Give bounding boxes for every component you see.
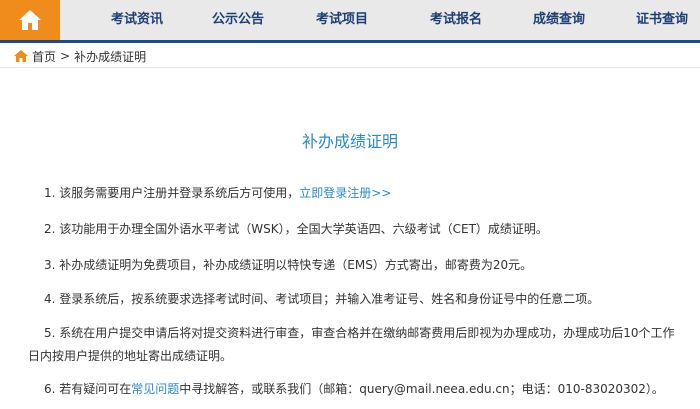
instruction-text: 5. 系统在用户提交申请后将对提交资料进行审查，审查合格并在缴纳邮寄费用后即视为… xyxy=(28,326,675,363)
instruction-text: 中寻找解答，或联系我们（邮箱：query@mail.neea.edu.cn；电话… xyxy=(179,382,664,396)
nav-exam-projects[interactable]: 考试项目 xyxy=(316,0,368,40)
top-nav: 考试资讯 公示公告 考试项目 考试报名 成绩查询 证书查询 xyxy=(0,0,700,43)
nav-certificate-query[interactable]: 证书查询 xyxy=(636,0,688,40)
instruction-text: 3. 补办成绩证明为免费项目，补办成绩证明以特快专递（EMS）方式寄出，邮寄费为… xyxy=(44,258,533,272)
nav-exam-news[interactable]: 考试资讯 xyxy=(111,0,163,40)
breadcrumb: 首页 > 补办成绩证明 xyxy=(0,45,700,68)
instruction-item-4: 4. 登录系统后，按系统要求选择考试时间、考试项目；并输入准考证号、姓名和身份证… xyxy=(28,288,678,311)
breadcrumb-home-link[interactable]: 首页 xyxy=(32,48,56,65)
instruction-text: 1. 该服务需要用户注册并登录系统后方可使用， xyxy=(44,186,300,200)
login-register-link[interactable]: 立即登录注册>> xyxy=(299,186,391,200)
instruction-item-2: 2. 该功能用于办理全国外语水平考试（WSK），全国大学英语四、六级考试（CET… xyxy=(28,218,678,241)
breadcrumb-separator: > xyxy=(60,49,71,63)
nav-score-query[interactable]: 成绩查询 xyxy=(533,0,585,40)
instruction-text: 6. 若有疑问可在 xyxy=(44,382,132,396)
breadcrumb-current: 补办成绩证明 xyxy=(74,49,147,64)
home-icon xyxy=(14,50,28,62)
instruction-text: 2. 该功能用于办理全国外语水平考试（WSK），全国大学英语四、六级考试（CET… xyxy=(44,222,548,236)
instruction-item-3: 3. 补办成绩证明为免费项目，补办成绩证明以特快专递（EMS）方式寄出，邮寄费为… xyxy=(28,254,678,277)
page-title: 补办成绩证明 xyxy=(301,132,398,151)
instruction-item-5: 5. 系统在用户提交申请后将对提交资料进行审查，审查合格并在缴纳邮寄费用后即视为… xyxy=(28,322,678,368)
nav-announcements[interactable]: 公示公告 xyxy=(212,0,264,40)
nav-exam-registration[interactable]: 考试报名 xyxy=(430,0,482,40)
instruction-item-6: 6. 若有疑问可在常见问题中寻找解答，或联系我们（邮箱：query@mail.n… xyxy=(28,378,678,401)
home-icon xyxy=(19,10,41,30)
faq-link[interactable]: 常见问题 xyxy=(131,382,179,396)
instruction-item-1: 1. 该服务需要用户注册并登录系统后方可使用，立即登录注册>> xyxy=(28,182,678,205)
home-button[interactable] xyxy=(0,0,60,40)
instruction-text: 4. 登录系统后，按系统要求选择考试时间、考试项目；并输入准考证号、姓名和身份证… xyxy=(44,292,600,306)
